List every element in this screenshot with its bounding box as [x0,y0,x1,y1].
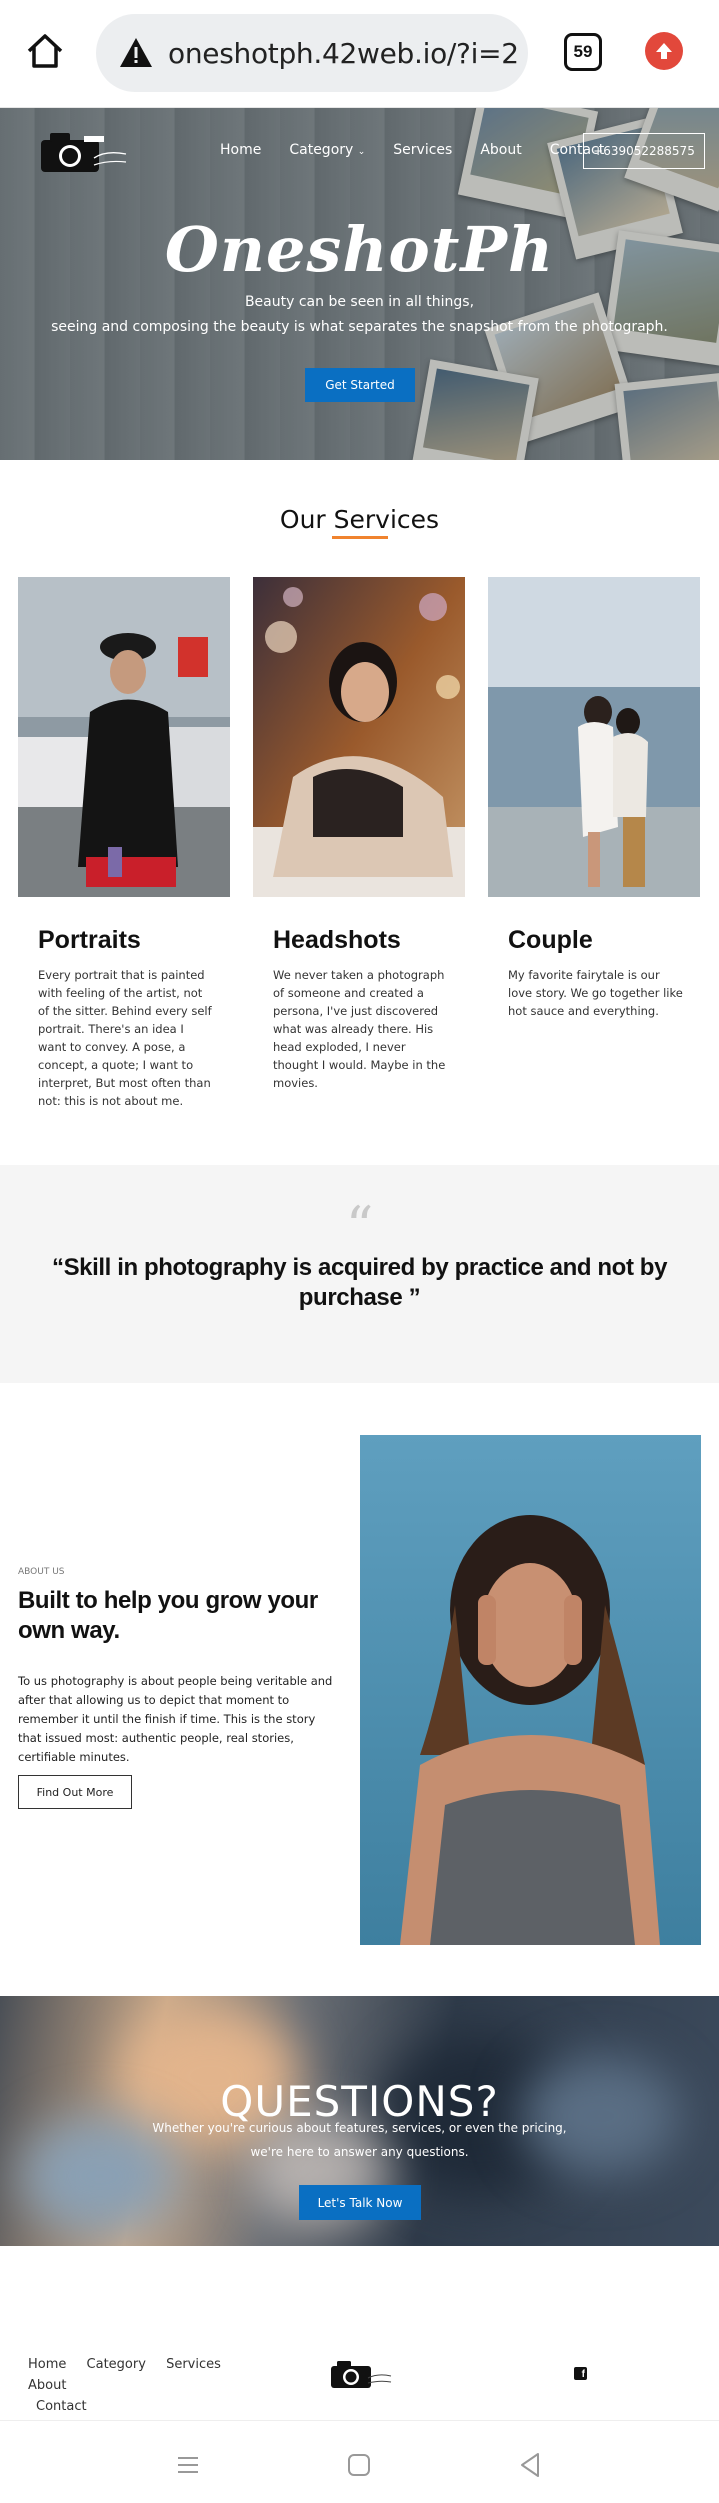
footer-nav: Home Category Services About Contact [28,2354,278,2417]
nav-category[interactable]: Category ⌄ [289,142,365,158]
footer-logo[interactable] [330,2358,392,2390]
home-icon[interactable] [22,28,68,74]
quote-text: “Skill in photography is acquired by pra… [51,1254,668,1311]
footer-link-contact[interactable]: Contact [36,2399,87,2414]
headshot-photo [253,577,465,897]
footer-link-services[interactable]: Services [166,2357,221,2372]
service-text-portraits: Every portrait that is painted with feel… [38,968,212,1108]
home-nav-icon[interactable] [345,2451,373,2479]
nav-services[interactable]: Services [393,142,452,158]
warning-icon [120,38,152,67]
couple-photo [488,577,700,897]
portrait-photo [18,577,230,897]
quote-icon: “ [345,1195,374,1258]
nav-home[interactable]: Home [220,142,261,158]
nav-category-label: Category [289,142,354,158]
main-nav: Home Category ⌄ Services About Contact [220,142,632,158]
about-eyebrow: ABOUT US [18,1567,65,1577]
chevron-down-icon: ⌄ [357,147,366,157]
about-title: Built to help you grow your own way. [18,1587,318,1644]
get-started-button[interactable]: Get Started [305,368,415,402]
hero-section: Home Category ⌄ Services About Contact +… [0,108,719,460]
recent-apps-icon[interactable] [174,2451,202,2479]
questions-line-2: we're here to answer any questions. [250,2145,469,2159]
phone-button[interactable]: +639052288575 [583,133,705,169]
find-out-more-button[interactable]: Find Out More [18,1775,132,1809]
questions-line-1: Whether you're curious about features, s… [152,2121,567,2135]
footer-link-home[interactable]: Home [28,2357,66,2372]
hero-title: OneshotPh [164,213,555,286]
facebook-icon[interactable]: f [574,2367,587,2380]
about-text: To us photography is about people being … [18,1674,333,1764]
back-icon[interactable] [516,2451,544,2479]
site-logo[interactable] [40,128,128,174]
browser-toolbar: oneshotph.42web.io/?i=2 59 [0,0,719,108]
address-bar[interactable]: oneshotph.42web.io/?i=2 [96,14,528,92]
service-text-couple: My favorite fairytale is our love story.… [508,968,683,1018]
hero-tagline-1: Beauty can be seen in all things, [244,294,475,310]
service-title-portraits: Portraits [38,926,141,954]
footer-link-about[interactable]: About [28,2378,66,2393]
url-text: oneshotph.42web.io/?i=2 [168,36,519,70]
services-heading: Our Services [279,505,440,534]
lets-talk-button[interactable]: Let's Talk Now [299,2185,421,2220]
nav-about[interactable]: About [480,142,521,158]
questions-title: QUESTIONS? [220,2077,499,2126]
tab-switcher-button[interactable]: 59 [564,33,602,71]
service-text-headshots: We never taken a photograph of someone a… [273,968,446,1090]
system-nav-bar [0,2420,719,2503]
footer-link-category[interactable]: Category [87,2357,146,2372]
update-icon[interactable] [645,32,683,70]
service-title-couple: Couple [508,926,593,954]
about-photo [360,1435,701,1945]
service-title-headshots: Headshots [273,926,401,954]
hero-tagline-2: seeing and composing the beauty is what … [51,319,668,335]
heading-underline [332,536,388,539]
